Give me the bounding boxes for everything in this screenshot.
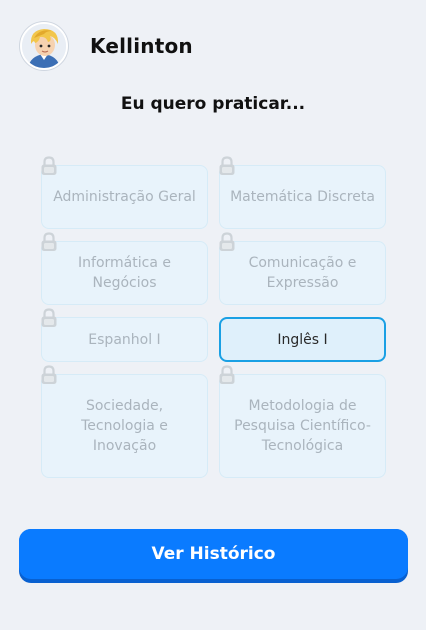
lock-icon [40,365,58,385]
history-button-shadow: Ver Histórico [19,529,408,583]
avatar[interactable] [20,22,68,70]
subject-label: Administração Geral [53,189,196,205]
username: Kellinton [90,34,193,58]
subject-label: Comunicação e Expressão [248,255,357,291]
lock-icon [218,156,236,176]
lock-icon [40,156,58,176]
lock-icon [40,232,58,252]
subject-card-ingles-i[interactable]: Inglês I [219,317,386,362]
subject-label: Metodologia de Pesquisa Científico-Tecno… [234,398,371,454]
practice-prompt: Eu quero praticar... [120,94,306,114]
view-history-button[interactable]: Ver Histórico [19,529,408,579]
subject-card-informatica-e-negocios[interactable]: Informática e Negócios [41,232,208,305]
subject-card-administracao-geral[interactable]: Administração Geral [41,156,208,229]
subject-card-metodologia-pesquisa[interactable]: Metodologia de Pesquisa Científico-Tecno… [219,365,386,478]
lock-icon [218,232,236,252]
subject-label: Espanhol I [88,331,161,348]
subject-grid: Administração Geral Matemática Discreta … [41,156,386,478]
subject-card-sociedade-tecnologia-inovacao[interactable]: Sociedade, Tecnologia e Inovação [41,365,208,478]
subject-card-espanhol-i[interactable]: Espanhol I [41,308,208,362]
subject-card-matematica-discreta[interactable]: Matemática Discreta [219,156,386,229]
lock-icon [40,308,58,328]
subject-label: Sociedade, Tecnologia e Inovação [81,398,168,454]
subject-card-comunicacao-e-expressao[interactable]: Comunicação e Expressão [219,232,386,305]
subject-label: Matemática Discreta [230,189,375,205]
subject-label: Inglês I [277,331,328,348]
lock-icon [218,365,236,385]
profile-header: Kellinton [20,22,193,70]
subject-label: Informática e Negócios [78,255,171,291]
